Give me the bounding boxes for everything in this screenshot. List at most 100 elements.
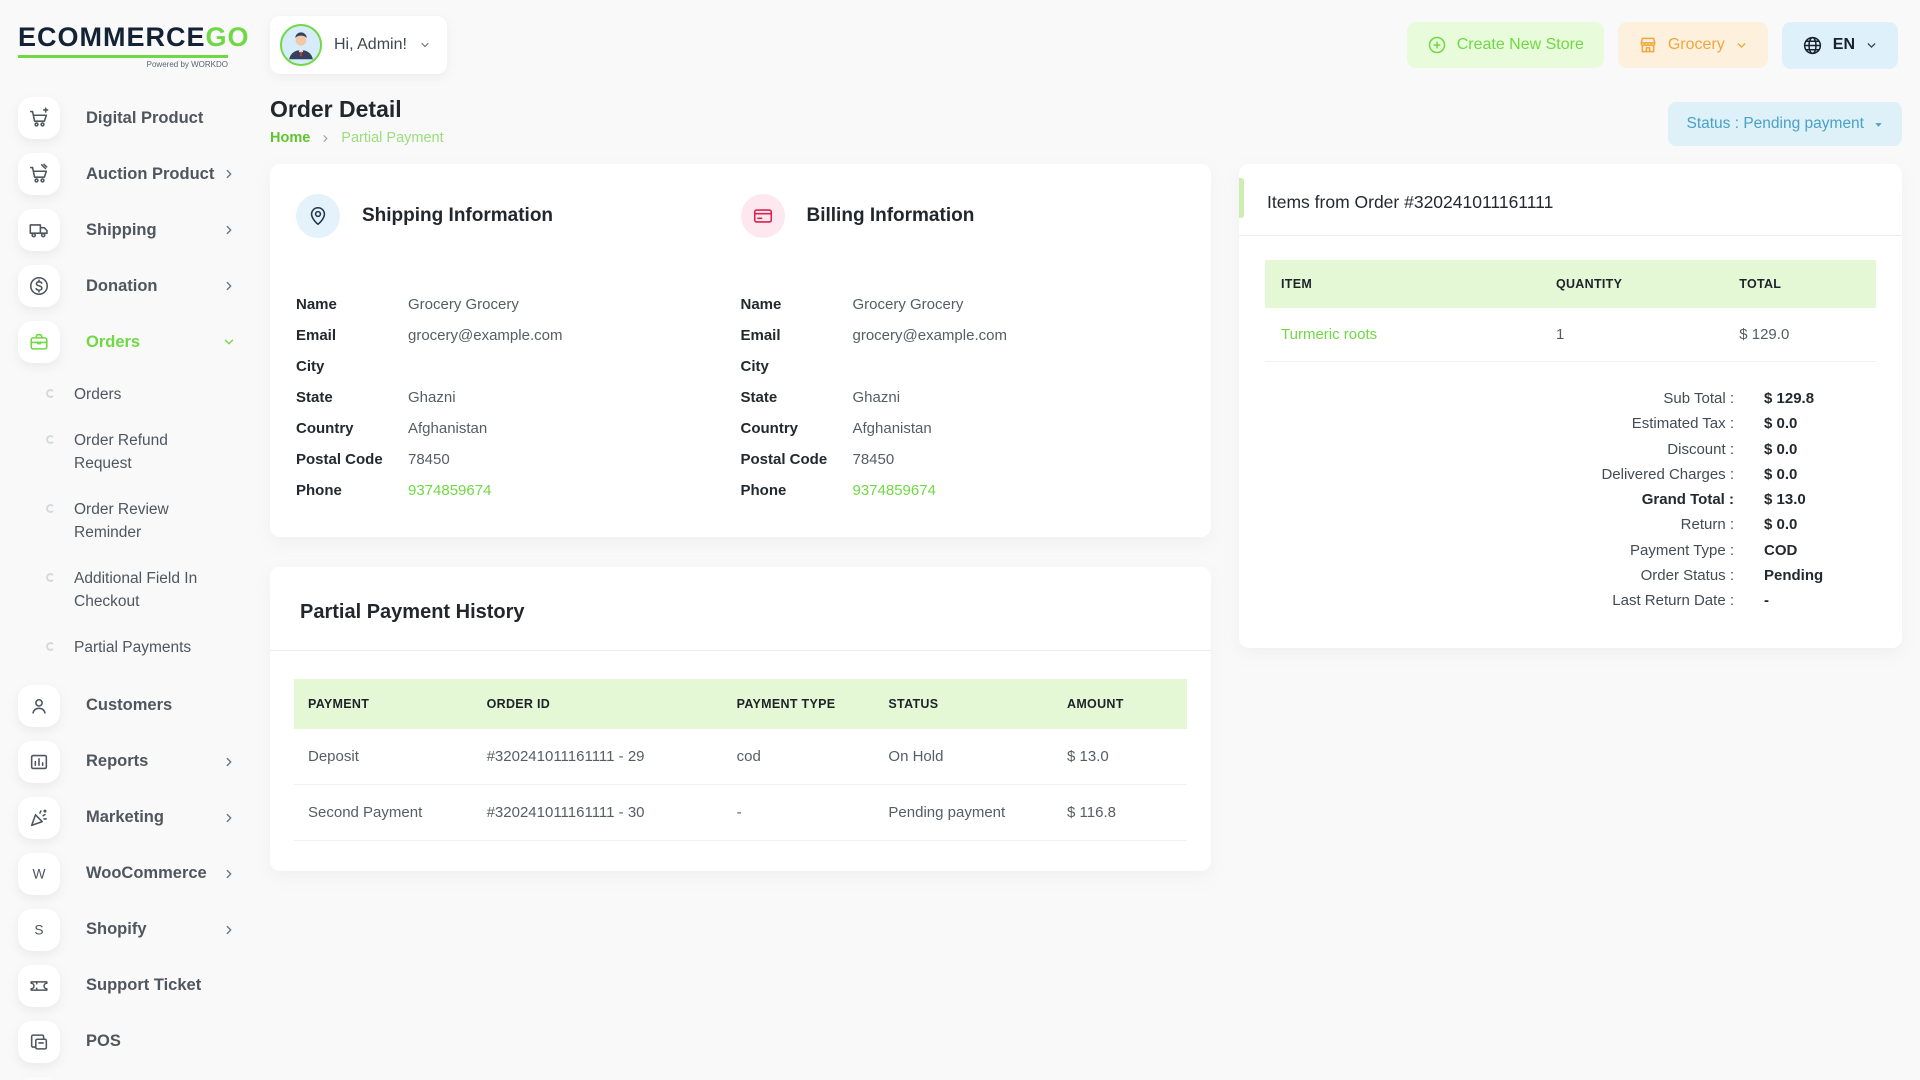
left-column: Shipping Information NameGrocery Grocery… xyxy=(270,164,1211,871)
summary-row-last-return-date: Last Return Date : - xyxy=(1265,590,1876,611)
item-name-link[interactable]: Turmeric roots xyxy=(1281,326,1377,343)
shipping-title: Shipping Information xyxy=(362,205,553,227)
summary-value: Pending xyxy=(1764,565,1876,586)
submenu-item-order-refund-request[interactable]: Order Refund Request xyxy=(46,418,242,487)
summary-row-delivered-charges: Delivered Charges : $ 0.0 xyxy=(1265,464,1876,485)
admin-profile-dropdown[interactable]: Hi, Admin! xyxy=(270,16,447,74)
summary-value: $ 129.8 xyxy=(1764,388,1876,409)
column-header-payment-type: PAYMENT TYPE xyxy=(723,679,875,729)
top-header: ECOMMERCEGO Powered by WORKDO Hi, Admin!… xyxy=(0,0,1920,90)
sidebar-item-label: Orders xyxy=(86,333,140,352)
field-label: Phone xyxy=(741,480,853,501)
submenu-item-additional-field-in-checkout[interactable]: Additional Field In Checkout xyxy=(46,556,242,625)
submenu-item-label: Order Refund Request xyxy=(74,430,226,475)
language-selector-button[interactable]: EN xyxy=(1782,22,1898,69)
cell-payment: Second Payment xyxy=(294,785,473,841)
svg-text:S: S xyxy=(34,922,43,937)
page-header: Order Detail Home Partial Payment Status… xyxy=(270,96,1902,146)
sidebar-item-marketing[interactable]: Marketing xyxy=(18,790,242,846)
submenu-item-partial-payments[interactable]: Partial Payments xyxy=(46,625,242,671)
sidebar-item-donation[interactable]: Donation xyxy=(18,258,242,314)
powered-by-text: Powered by WORKDO xyxy=(18,55,228,69)
breadcrumb-current: Partial Payment xyxy=(341,130,443,146)
partial-payment-history-card: Partial Payment History PAYMENT ORDER ID… xyxy=(270,567,1211,871)
table-header-row: ITEM QUANTITY TOTAL xyxy=(1265,260,1876,308)
truck-icon xyxy=(18,209,60,251)
store-selector-button[interactable]: Grocery xyxy=(1618,22,1768,68)
create-new-store-button[interactable]: Create New Store xyxy=(1407,22,1604,68)
chevron-right-icon xyxy=(222,867,236,881)
cell-quantity: 1 xyxy=(1540,308,1723,362)
summary-row-grand-total: Grand Total : $ 13.0 xyxy=(1265,489,1876,510)
billing-fields: NameGrocery Grocery Emailgrocery@example… xyxy=(741,294,1166,501)
order-status-dropdown[interactable]: Status : Pending payment xyxy=(1668,102,1902,146)
sidebar-nav: Digital Product Auction Product Shipping… xyxy=(0,90,252,1080)
phone-link[interactable]: 9374859674 xyxy=(408,480,721,501)
sidebar-item-label: Shipping xyxy=(86,221,157,240)
address-info-card: Shipping Information NameGrocery Grocery… xyxy=(270,164,1211,537)
sidebar-item-customers[interactable]: Customers xyxy=(18,678,242,734)
sidebar-item-label: Donation xyxy=(86,277,158,296)
sidebar-item-shopify[interactable]: S Shopify xyxy=(18,902,242,958)
chevron-down-icon xyxy=(1735,39,1748,52)
field-label: Email xyxy=(296,325,408,346)
field-value xyxy=(408,356,721,377)
column-header-item: ITEM xyxy=(1265,260,1540,308)
svg-text:W: W xyxy=(33,866,46,881)
billing-information-section: Billing Information NameGrocery Grocery … xyxy=(741,194,1186,501)
field-value xyxy=(853,356,1166,377)
field-label: Name xyxy=(296,294,408,315)
submenu-item-orders[interactable]: Orders xyxy=(46,372,242,418)
cell-payment-type: - xyxy=(723,785,875,841)
field-value: 78450 xyxy=(408,449,721,470)
field-label: City xyxy=(296,356,408,377)
billing-header: Billing Information xyxy=(741,194,1166,238)
breadcrumb-home-link[interactable]: Home xyxy=(270,130,310,146)
sidebar-item-label: Marketing xyxy=(86,808,164,827)
summary-label: Sub Total : xyxy=(1265,388,1764,409)
cell-status: On Hold xyxy=(874,729,1053,785)
bullet-icon xyxy=(46,389,55,398)
shopify-icon: S xyxy=(18,909,60,951)
sidebar-item-auction-product[interactable]: Auction Product xyxy=(18,146,242,202)
chevron-right-icon xyxy=(222,755,236,769)
sidebar-item-shipping[interactable]: Shipping xyxy=(18,202,242,258)
bullet-icon xyxy=(46,573,55,582)
field-value: Ghazni xyxy=(853,387,1166,408)
dollar-circle-icon xyxy=(18,265,60,307)
sidebar-item-reports[interactable]: Reports xyxy=(18,734,242,790)
phone-link[interactable]: 9374859674 xyxy=(853,480,1166,501)
sidebar-item-digital-product[interactable]: Digital Product xyxy=(18,90,242,146)
briefcase-icon xyxy=(18,321,60,363)
submenu-item-order-review-reminder[interactable]: Order Review Reminder xyxy=(46,487,242,556)
order-items-card: Items from Order #320241011161111 ITEM Q… xyxy=(1239,164,1902,648)
field-value: 78450 xyxy=(853,449,1166,470)
sidebar-item-support-ticket[interactable]: Support Ticket xyxy=(18,958,242,1014)
billing-title: Billing Information xyxy=(807,205,975,227)
header-actions: Create New Store Grocery EN xyxy=(1407,22,1898,69)
field-label: Phone xyxy=(296,480,408,501)
field-value: Afghanistan xyxy=(853,418,1166,439)
brand-logo[interactable]: ECOMMERCEGO Powered by WORKDO xyxy=(18,22,270,69)
cell-payment: Deposit xyxy=(294,729,473,785)
field-label: Country xyxy=(296,418,408,439)
sidebar-item-label: WooCommerce xyxy=(86,864,207,883)
sidebar-item-partial[interactable] xyxy=(18,1070,242,1080)
bar-chart-icon xyxy=(18,741,60,783)
chevron-right-icon xyxy=(222,223,236,237)
woocommerce-icon: W xyxy=(18,853,60,895)
chevron-right-icon xyxy=(320,133,331,144)
sidebar-item-woocommerce[interactable]: W WooCommerce xyxy=(18,846,242,902)
store-name-label: Grocery xyxy=(1668,36,1725,54)
summary-label: Grand Total : xyxy=(1265,489,1764,510)
field-value: Grocery Grocery xyxy=(853,294,1166,315)
column-header-payment: PAYMENT xyxy=(294,679,473,729)
language-label: EN xyxy=(1833,36,1855,54)
logo-main-text: ECOMMERCE xyxy=(18,22,206,52)
bullet-icon xyxy=(46,642,55,651)
sidebar-item-orders[interactable]: Orders xyxy=(18,314,242,370)
sidebar-item-pos[interactable]: POS xyxy=(18,1014,242,1070)
field-value: grocery@example.com xyxy=(408,325,721,346)
sidebar-item-label: Customers xyxy=(86,696,172,715)
summary-row-discount: Discount : $ 0.0 xyxy=(1265,439,1876,460)
